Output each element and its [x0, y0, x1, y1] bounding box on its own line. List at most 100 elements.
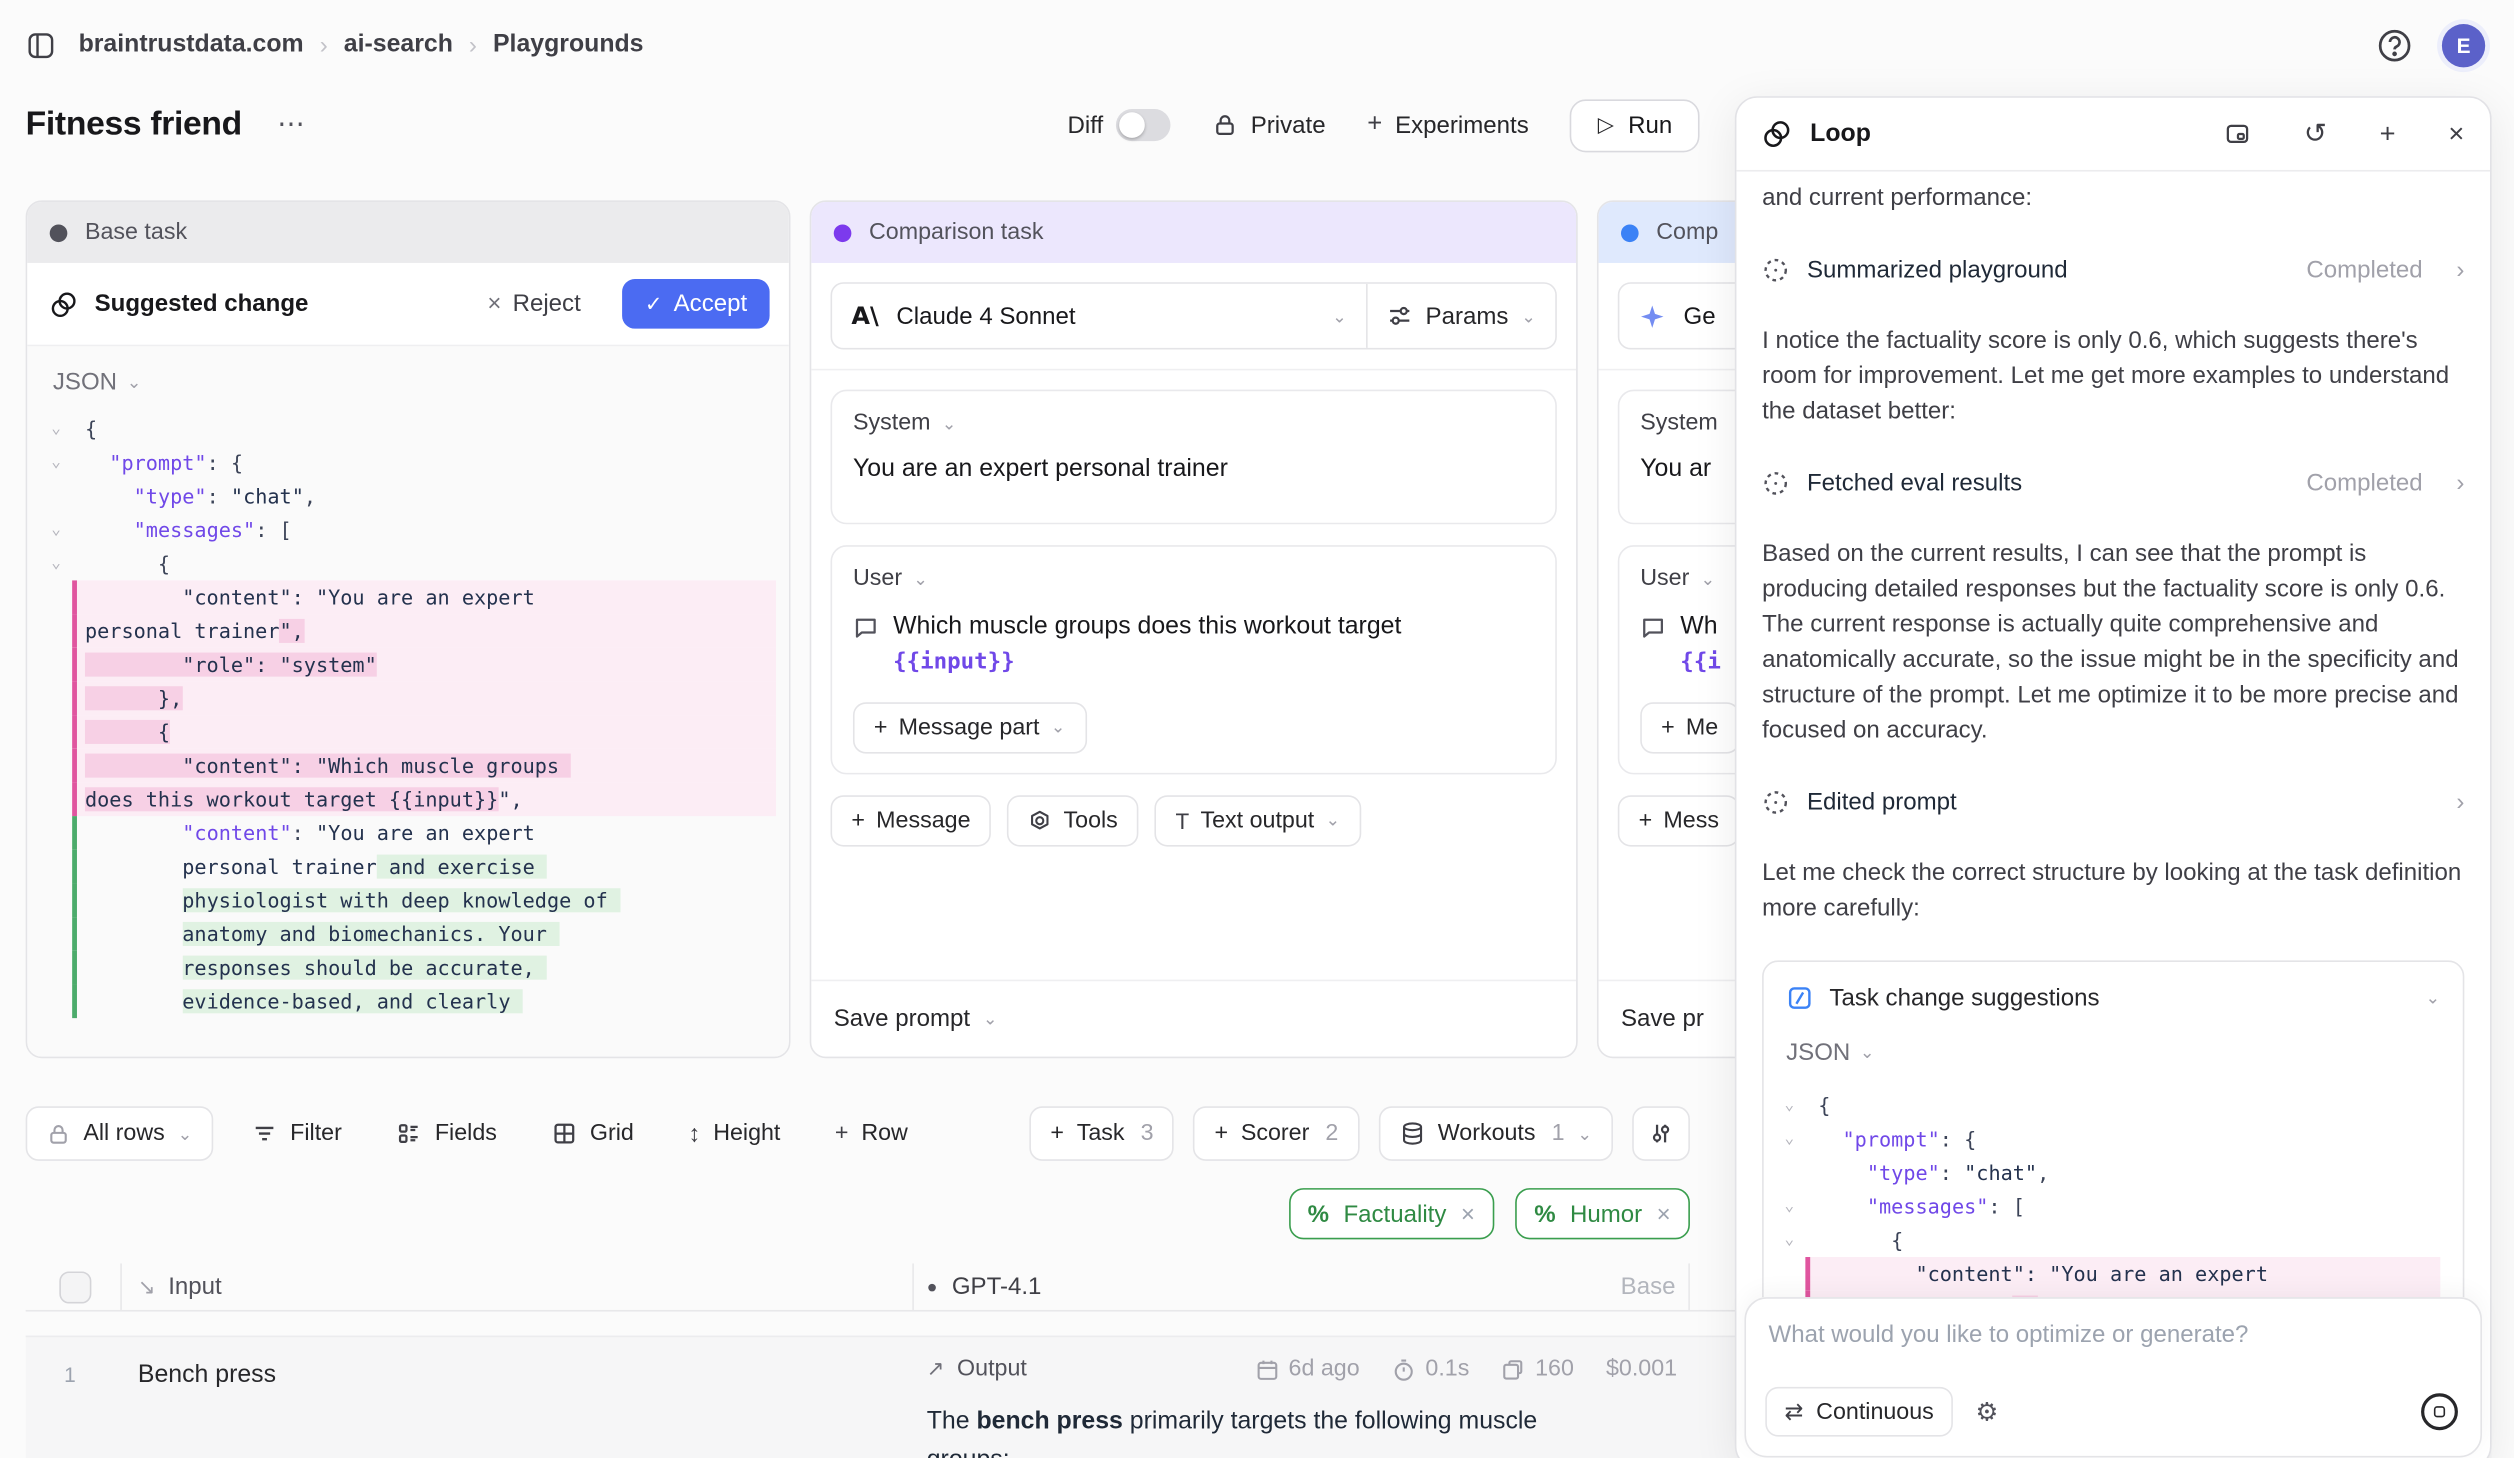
history-icon[interactable]: ↺ [2304, 118, 2327, 150]
loop-paragraph: I notice the factuality score is only 0.… [1762, 324, 2464, 430]
stop-generation-button[interactable] [2421, 1393, 2458, 1430]
system-message-text[interactable]: You are an expert personal trainer [853, 454, 1534, 488]
humor-scorer-badge[interactable]: % Humor × [1515, 1188, 1690, 1239]
height-button[interactable]: ↕ Height [672, 1106, 796, 1161]
remove-scorer-icon[interactable]: × [1657, 1200, 1671, 1227]
comparison-task-header[interactable]: Comparison task [811, 202, 1576, 263]
third-add-message-button[interactable]: + Mess [1618, 795, 1740, 846]
model-column-header[interactable]: ● GPT-4.1 Base [914, 1263, 1690, 1309]
third-add-message-part-button[interactable]: + Me [1640, 702, 1739, 753]
user-role-label: User [853, 566, 902, 592]
save-prompt-button[interactable]: Save prompt ⌄ [811, 980, 1576, 1057]
add-message-button[interactable]: + Message [831, 795, 992, 846]
chevron-down-icon: ⌄ [178, 1123, 193, 1144]
grid-settings-button[interactable] [1632, 1106, 1690, 1161]
composer-settings-icon[interactable]: ⚙ [1975, 1396, 1998, 1428]
system-role-select[interactable]: System ⌄ [853, 410, 1534, 436]
base-json-code[interactable]: ⌄{⌄ "prompt": { "type": "chat",⌄ "messag… [40, 412, 776, 1018]
base-tag: Base [1621, 1273, 1676, 1300]
task-change-suggestions-card[interactable]: Task change suggestions ⌄ JSON ⌄ ⌄{⌄ "pr… [1762, 960, 2464, 1297]
chevron-down-icon: ⌄ [1521, 305, 1536, 326]
params-button[interactable]: Params ⌄ [1368, 284, 1555, 348]
close-panel-icon[interactable]: × [2448, 118, 2464, 150]
fields-button[interactable]: Fields [380, 1106, 513, 1161]
popout-icon[interactable] [2224, 120, 2251, 147]
private-button[interactable]: Private [1212, 111, 1325, 138]
user-message-text[interactable]: Which muscle groups does this workout ta… [853, 609, 1534, 681]
base-task-header[interactable]: Base task [27, 202, 789, 263]
database-icon [1399, 1121, 1425, 1147]
add-task-button[interactable]: + Task 3 [1029, 1106, 1174, 1161]
input-cell[interactable]: Bench press [122, 1337, 914, 1458]
suggestions-json-code[interactable]: ⌄{⌄ "prompt": { "type": "chat",⌄ "messag… [1773, 1089, 2440, 1297]
select-all-checkbox[interactable] [59, 1271, 91, 1303]
breadcrumb-separator-icon: › [469, 31, 477, 58]
loop-composer-input[interactable]: What would you like to optimize or gener… [1768, 1321, 2457, 1348]
chevron-down-icon: ⌄ [913, 568, 928, 589]
loop-conversation: and current performance: Summarized play… [1736, 172, 2490, 1298]
percent-icon: % [1308, 1200, 1329, 1227]
loop-composer: What would you like to optimize or gener… [1744, 1297, 2482, 1457]
all-rows-label: All rows [83, 1121, 164, 1147]
chevron-down-icon: ⌄ [1051, 717, 1066, 738]
base-json-editor[interactable]: JSON ⌄ ⌄{⌄ "prompt": { "type": "chat",⌄ … [27, 346, 789, 1056]
add-message-part-button[interactable]: + Message part ⌄ [853, 702, 1086, 753]
continuous-mode-button[interactable]: ⇄ Continuous [1765, 1387, 1953, 1437]
add-scorer-button[interactable]: + Scorer 2 [1194, 1106, 1360, 1161]
all-rows-filter-button[interactable]: All rows ⌄ [26, 1106, 214, 1161]
sparkle-icon [1639, 302, 1666, 329]
output-text: The bench press primarily targets the fo… [927, 1403, 1677, 1458]
sidebar-toggle-icon[interactable] [26, 30, 56, 60]
age-meta: 6d ago [1255, 1356, 1360, 1382]
check-icon: ✓ [645, 291, 662, 317]
reject-button[interactable]: × Reject [487, 290, 580, 317]
latency-meta: 0.1s [1392, 1356, 1470, 1382]
loop-title: Loop [1810, 119, 2171, 148]
tokens-meta: 160 [1501, 1356, 1573, 1382]
tools-label: Tools [1064, 808, 1118, 834]
step-summarized-playground[interactable]: Summarized playground Completed › [1762, 257, 2464, 284]
model-select[interactable]: A\ Claude 4 Sonnet ⌄ [832, 284, 1368, 348]
step-edited-prompt[interactable]: Edited prompt › [1762, 789, 2464, 816]
chevron-down-icon[interactable]: ⌄ [2426, 988, 2441, 1009]
dataset-select-button[interactable]: Workouts 1 ⌄ [1378, 1106, 1613, 1161]
help-icon[interactable] [2375, 26, 2413, 64]
third-task-label: Comp [1656, 220, 1718, 246]
suggestions-json-select[interactable]: JSON ⌄ [1786, 1039, 2440, 1066]
experiments-button[interactable]: + Experiments [1367, 111, 1528, 140]
task-label: Task [1077, 1121, 1125, 1147]
title-menu-icon[interactable]: ⋯ [277, 109, 304, 141]
updown-icon: ↕ [688, 1120, 700, 1147]
private-label: Private [1251, 111, 1326, 138]
filter-button[interactable]: Filter [236, 1106, 358, 1161]
diff-toggle[interactable] [1116, 109, 1171, 141]
input-column-header[interactable]: ↘ Input [122, 1263, 914, 1309]
breadcrumb-project[interactable]: ai-search [344, 30, 453, 59]
grid-button[interactable]: Grid [535, 1106, 649, 1161]
output-cell[interactable]: ↗ Output 6d ago 0.1s [914, 1337, 1690, 1458]
factuality-scorer-badge[interactable]: % Factuality × [1288, 1188, 1494, 1239]
accept-button[interactable]: ✓ Accept [622, 279, 769, 329]
user-role-select[interactable]: User ⌄ [853, 566, 1534, 592]
remove-scorer-icon[interactable]: × [1461, 1200, 1475, 1227]
model-name: Claude 4 Sonnet [896, 302, 1314, 329]
breadcrumb-org[interactable]: braintrustdata.com [79, 30, 304, 59]
user-message-card[interactable]: User ⌄ Which muscle groups does this wor… [831, 545, 1557, 774]
system-message-card[interactable]: System ⌄ You are an expert personal trai… [831, 390, 1557, 525]
message-label: Message [876, 808, 970, 834]
comparison-prompt-body: System ⌄ You are an expert personal trai… [811, 370, 1576, 979]
text-output-label: Text output [1200, 808, 1314, 834]
text-output-button[interactable]: T Text output ⌄ [1155, 795, 1361, 846]
tools-button[interactable]: Tools [1007, 795, 1138, 846]
json-mode-select[interactable]: JSON ⌄ [40, 366, 776, 412]
run-button[interactable]: ▷ Run [1570, 99, 1699, 152]
chevron-down-icon: ⌄ [1577, 1123, 1592, 1144]
sliders-icon [1387, 303, 1413, 329]
add-row-button[interactable]: + Row [819, 1106, 924, 1161]
avatar[interactable]: E [2442, 23, 2485, 66]
breadcrumb-section[interactable]: Playgrounds [493, 30, 644, 59]
step-fetched-eval-results[interactable]: Fetched eval results Completed › [1762, 470, 2464, 497]
stopwatch-icon [1392, 1357, 1416, 1381]
new-chat-icon[interactable]: + [2380, 118, 2396, 150]
loop-paragraph: Based on the current results, I can see … [1762, 537, 2464, 749]
